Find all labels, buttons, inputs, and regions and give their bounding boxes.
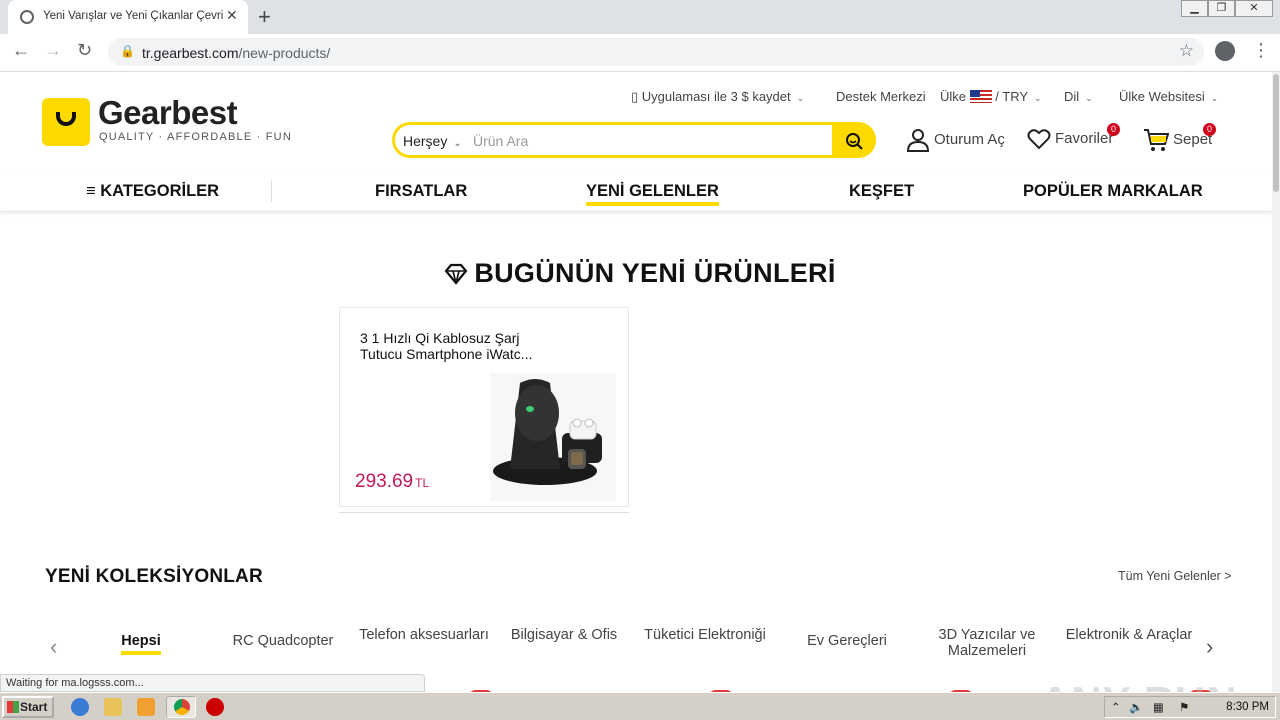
- search-category-select[interactable]: Herşey ⌄: [403, 133, 462, 149]
- browser-status-bar: Waiting for ma.logsss.com...: [0, 674, 425, 692]
- collection-tab-home-appliances[interactable]: Ev Gereçleri: [782, 633, 912, 649]
- browser-tab[interactable]: Yeni Varışlar ve Yeni Çıkanlar Çevrimiçi…: [8, 0, 248, 34]
- favorites-count-badge: 0: [1107, 123, 1120, 136]
- menu-dots-icon[interactable]: ⋮: [1252, 40, 1270, 61]
- chevron-right-icon[interactable]: ›: [1206, 634, 1213, 660]
- search-button[interactable]: [832, 122, 876, 158]
- country-site-selector[interactable]: Ülke Websitesi ⌄: [1119, 89, 1218, 104]
- app-promo-link[interactable]: ▯ Uygulaması ile 3 $ kaydet ⌄: [631, 89, 804, 105]
- language-selector[interactable]: Dil ⌄: [1064, 89, 1093, 104]
- chevron-down-icon: ⌄: [1034, 93, 1042, 103]
- bookmark-star-icon[interactable]: ☆: [1179, 41, 1194, 61]
- us-flag-icon: [969, 90, 992, 103]
- hamburger-icon: ≡: [86, 182, 96, 200]
- all-new-arrivals-link[interactable]: Tüm Yeni Gelenler >: [1118, 569, 1232, 583]
- tab-title: Yeni Varışlar ve Yeni Çıkanlar Çevrimiçi: [43, 10, 223, 22]
- nav-divider: [271, 180, 272, 202]
- media-player-icon[interactable]: [137, 698, 155, 716]
- collection-tab-3d-printers[interactable]: 3D Yazıcılar ve Malzemeleri: [922, 627, 1052, 659]
- collection-tab-phone-accessories[interactable]: Telefon aksesuarları: [359, 627, 489, 643]
- browser-tabstrip: Yeni Varışlar ve Yeni Çıkanlar Çevrimiçi…: [0, 0, 1280, 34]
- smile-icon: [56, 112, 76, 126]
- clock[interactable]: 8:30 PM: [1226, 701, 1269, 713]
- cart-icon: [1144, 129, 1170, 151]
- reload-icon[interactable]: ↻: [77, 40, 92, 61]
- restore-button[interactable]: ❐: [1208, 0, 1235, 17]
- minimize-button[interactable]: ▁: [1181, 0, 1208, 17]
- favorites-link[interactable]: Favoriler: [1027, 128, 1113, 150]
- collection-tab-electronics-tools[interactable]: Elektronik & Araçlar: [1064, 627, 1194, 643]
- search-input[interactable]: [473, 129, 823, 153]
- globe-icon: [20, 10, 34, 24]
- logo-mark[interactable]: [42, 98, 90, 146]
- nav-deals[interactable]: FIRSATLAR: [375, 182, 467, 201]
- ie-icon[interactable]: [71, 698, 89, 716]
- system-tray: ⌃ 🔈 ▦ ⚑ 8:30 PM: [1104, 696, 1276, 718]
- anyrun-watermark: ANY RUN: [1040, 678, 1238, 692]
- collection-tab-rc-quadcopter[interactable]: RC Quadcopter: [218, 633, 348, 649]
- address-bar[interactable]: 🔒 tr.gearbest.com/new-products/ ☆: [108, 38, 1204, 66]
- cart-link[interactable]: Sepet: [1143, 128, 1212, 152]
- new-tab-button[interactable]: +: [258, 4, 271, 30]
- product-price: 293.69 TL: [355, 471, 430, 492]
- phone-icon: ▯: [631, 89, 639, 104]
- nav-categories[interactable]: ≡ KATEGORİLER: [86, 182, 219, 201]
- browser-toolbar: ← → ↻ 🔒 tr.gearbest.com/new-products/ ☆ …: [0, 34, 1280, 72]
- heart-icon: [1027, 129, 1051, 150]
- network-icon[interactable]: ▦: [1153, 700, 1164, 714]
- profile-icon[interactable]: [1215, 41, 1235, 61]
- chevron-down-icon: ⌄: [796, 93, 805, 103]
- url-text[interactable]: tr.gearbest.com/new-products/: [142, 45, 330, 61]
- opera-icon[interactable]: [206, 698, 224, 716]
- nav-explore[interactable]: KEŞFET: [849, 182, 914, 201]
- flag-icon[interactable]: ⚑: [1179, 700, 1189, 714]
- login-link[interactable]: Oturum Aç: [906, 128, 1005, 152]
- search-bar: Herşey ⌄: [392, 122, 876, 158]
- support-link[interactable]: Destek Merkezi: [836, 89, 926, 104]
- start-button[interactable]: Start: [2, 696, 54, 718]
- scrollbar-thumb[interactable]: [1273, 74, 1279, 192]
- logo-text[interactable]: Gearbest: [98, 94, 238, 132]
- product-name[interactable]: 3 1 Hızlı Qi Kablosuz Şarj Tutucu Smartp…: [360, 330, 560, 362]
- folder-icon[interactable]: [104, 698, 122, 716]
- chrome-icon: [174, 699, 190, 715]
- close-tab-icon[interactable]: ✕: [226, 7, 238, 24]
- back-icon[interactable]: ←: [12, 40, 30, 61]
- page-scrollbar[interactable]: [1272, 72, 1280, 692]
- card-divider: [339, 512, 629, 513]
- chevron-down-icon: ⌄: [453, 138, 462, 149]
- category-nav: ≡ KATEGORİLER FIRSATLAR YENİ GELENLER KE…: [0, 170, 1272, 212]
- collection-tab-all[interactable]: Hepsi: [76, 633, 206, 655]
- lock-icon: 🔒: [120, 44, 135, 58]
- section-title-collections: YENİ KOLEKSİYONLAR: [45, 566, 263, 587]
- collection-tab-computer-office[interactable]: Bilgisayar & Ofis: [499, 627, 629, 643]
- forward-icon[interactable]: →: [44, 40, 62, 61]
- volume-icon[interactable]: 🔈: [1129, 700, 1143, 714]
- chevron-down-icon: ⌄: [1085, 93, 1093, 103]
- cart-count-badge: 0: [1203, 123, 1216, 136]
- country-currency-selector[interactable]: Ülke / TRY ⌄: [940, 89, 1042, 104]
- chevron-left-icon[interactable]: ‹: [50, 634, 57, 660]
- nav-popular-brands[interactable]: POPÜLER MARKALAR: [1023, 182, 1203, 201]
- section-title-today: BUGÜNÜN YENİ ÜRÜNLERİ: [0, 258, 1280, 289]
- close-window-button[interactable]: ✕: [1235, 0, 1273, 17]
- nav-new-arrivals[interactable]: YENİ GELENLER: [586, 182, 719, 206]
- tray-expand-icon[interactable]: ⌃: [1111, 700, 1121, 714]
- windows-logo-icon: [7, 701, 19, 713]
- chevron-down-icon: ⌄: [1210, 93, 1219, 103]
- web-page: ▯ Uygulaması ile 3 $ kaydet ⌄ Destek Merk…: [0, 72, 1280, 692]
- collection-tab-consumer-electronics[interactable]: Tüketici Elektroniği: [640, 627, 770, 643]
- taskbar: Start ⌃ 🔈 ▦ ⚑ 8:30 PM: [0, 692, 1280, 720]
- diamond-icon: [444, 263, 468, 285]
- chrome-taskbar-button[interactable]: [166, 696, 196, 718]
- product-card[interactable]: 3 1 Hızlı Qi Kablosuz Şarj Tutucu Smartp…: [339, 307, 629, 507]
- logo-tagline: QUALITY · AFFORDABLE · FUN: [99, 131, 292, 143]
- search-icon: [846, 133, 863, 150]
- wireless-charger-image: [490, 373, 616, 501]
- user-icon: [906, 129, 930, 152]
